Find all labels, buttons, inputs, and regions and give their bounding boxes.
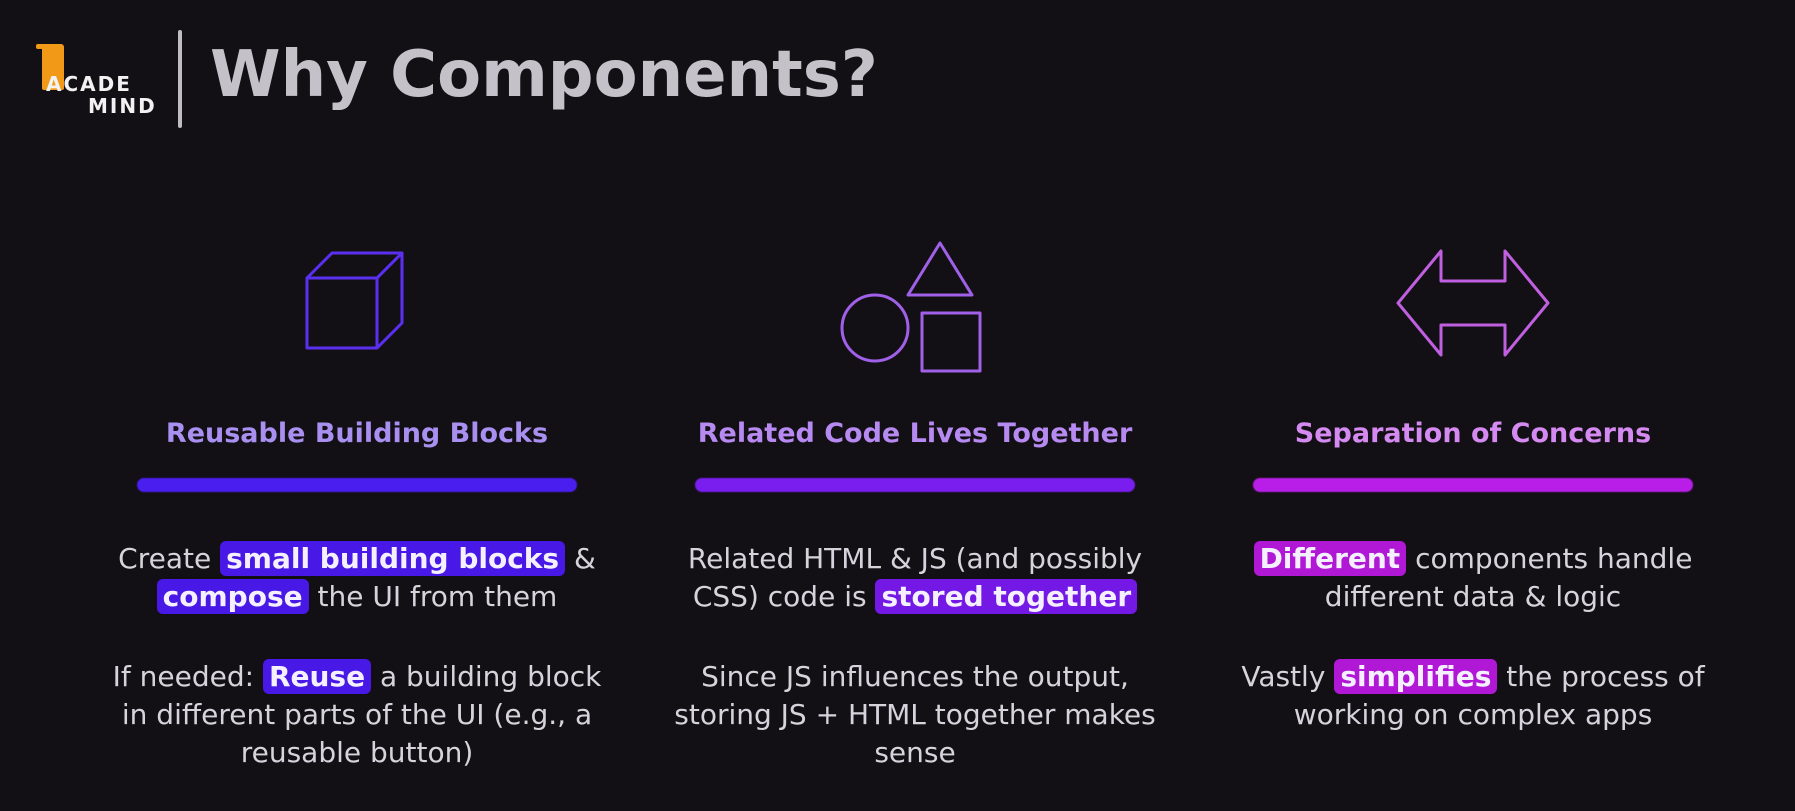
heading-underline (695, 478, 1135, 492)
column-paragraph-2: Vastly simplifies the process of working… (1213, 658, 1733, 734)
logo-line-1: ACADE (46, 72, 132, 96)
highlight: simplifies (1334, 659, 1498, 694)
heading-underline (1253, 478, 1693, 492)
highlight: compose (156, 579, 309, 614)
text: Since JS influences the output, storing … (674, 660, 1156, 769)
text: the UI from them (308, 580, 558, 613)
heading-underline (137, 478, 577, 492)
column-heading: Reusable Building Blocks (165, 418, 549, 449)
column-related-code: Related Code Lives Together Related HTML… (655, 228, 1175, 772)
highlight: Different (1253, 541, 1407, 576)
cube-icon (97, 228, 617, 378)
text: Vastly (1241, 660, 1335, 693)
column-paragraph-1: Related HTML & JS (and possibly CSS) cod… (655, 540, 1175, 616)
shapes-icon (655, 228, 1175, 378)
column-paragraph-2: If needed: Reuse a building block in dif… (97, 658, 617, 772)
column-paragraph-2: Since JS influences the output, storing … (655, 658, 1175, 772)
highlight: Reuse (262, 659, 372, 694)
column-paragraph-1: Different components handle different da… (1213, 540, 1733, 616)
page-title: Why Components? (210, 38, 878, 112)
highlight: stored together (875, 579, 1138, 614)
column-heading: Separation of Concerns (1294, 418, 1652, 449)
column-separation: Separation of Concerns Different compone… (1213, 228, 1733, 734)
column-reusable: Reusable Building Blocks Create small bu… (97, 228, 617, 772)
academind-logo: ACADE MIND (30, 42, 160, 120)
double-arrow-icon (1213, 228, 1733, 378)
text: & (565, 542, 596, 575)
text: If needed: (112, 660, 263, 693)
column-heading: Related Code Lives Together (697, 418, 1133, 449)
header-divider (178, 30, 182, 128)
highlight: small building blocks (220, 541, 566, 576)
column-paragraph-1: Create small building blocks & compose t… (97, 540, 617, 616)
text: Create (118, 542, 221, 575)
logo-line-2: MIND (88, 94, 157, 118)
